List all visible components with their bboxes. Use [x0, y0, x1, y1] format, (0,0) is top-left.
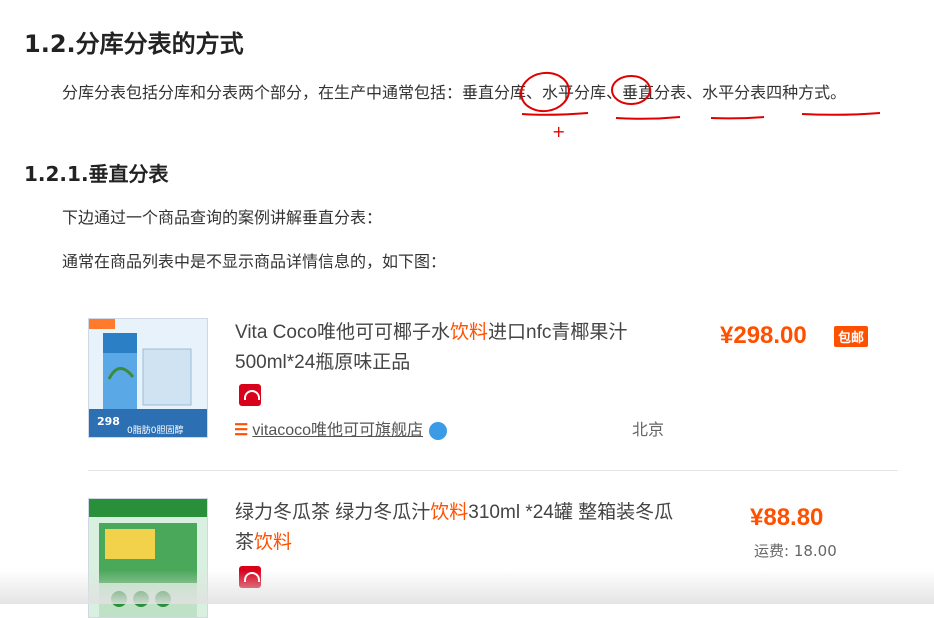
- title-keyword: 饮料: [450, 322, 489, 343]
- term-vertical-db: 垂直分库: [462, 83, 527, 102]
- separator: 、: [686, 83, 703, 102]
- store-icon: ☰: [234, 422, 249, 439]
- term-vertical-table: 垂直分表: [622, 83, 687, 102]
- product-title[interactable]: Vita Coco唯他可可椰子水饮料进口nfc青椰果汁500ml*24瓶原味正品: [235, 318, 675, 378]
- title-text: 绿力冬瓜茶 绿力冬瓜汁: [235, 502, 431, 523]
- shipping-fee: 运费: 18.00: [754, 542, 837, 560]
- bottom-fade: [0, 570, 934, 604]
- thumbnail-price: 298: [97, 415, 120, 428]
- divider: [88, 470, 898, 471]
- subsection-heading: 1.2.1.垂直分表: [24, 162, 169, 186]
- term-horizontal-table: 水平分表: [702, 83, 767, 102]
- underline-annotation: [615, 116, 681, 120]
- location-label: 北京: [632, 420, 665, 439]
- free-shipping-badge: 包邮: [834, 326, 869, 347]
- title-keyword: 饮料: [430, 502, 469, 523]
- thumbnail-caption: 0脂肪0胆固醇: [127, 426, 184, 436]
- plus-annotation: +: [552, 122, 565, 141]
- product-price: ¥298.00: [720, 322, 807, 349]
- intro-prefix: 分库分表包括分库和分表两个部分，在生产中通常包括：: [62, 83, 463, 102]
- underline-annotation: [521, 112, 589, 116]
- title-text: Vita Coco唯他可可椰子水: [235, 322, 451, 343]
- separator: 、: [526, 83, 543, 102]
- underline-annotation: [710, 116, 765, 120]
- separator: 、: [606, 83, 623, 102]
- product-thumbnail[interactable]: 298 0脂肪0胆固醇: [88, 318, 208, 438]
- intro-suffix: 四种方式。: [766, 83, 847, 102]
- chat-icon[interactable]: [429, 421, 448, 440]
- store-link[interactable]: ☰ vitacoco唯他可可旗舰店: [234, 416, 448, 440]
- body-paragraph: 下边通过一个商品查询的案例讲解垂直分表：: [62, 208, 383, 227]
- title-keyword: 饮料: [254, 532, 293, 553]
- handwritten-annotations: +: [520, 71, 881, 141]
- tmall-icon: [239, 384, 261, 406]
- body-paragraph: 通常在商品列表中是不显示商品详情信息的，如下图：: [62, 252, 447, 271]
- store-name: vitacoco唯他可可旗舰店: [252, 422, 424, 439]
- product-card[interactable]: 298 0脂肪0胆固醇 Vita Coco唯他可可椰子水饮料进口nfc青椰果汁5…: [88, 318, 898, 458]
- product-price: ¥88.80: [750, 504, 824, 531]
- section-heading: 1.2.分库分表的方式: [24, 30, 244, 58]
- underline-annotation: [801, 112, 881, 116]
- product-title[interactable]: 绿力冬瓜茶 绿力冬瓜汁饮料310ml *24罐 整箱装冬瓜茶饮料: [235, 498, 675, 558]
- intro-paragraph: 分库分表包括分库和分表两个部分，在生产中通常包括：垂直分库、水平分库、垂直分表、…: [24, 77, 924, 109]
- term-horizontal-db: 水平分库: [542, 83, 607, 102]
